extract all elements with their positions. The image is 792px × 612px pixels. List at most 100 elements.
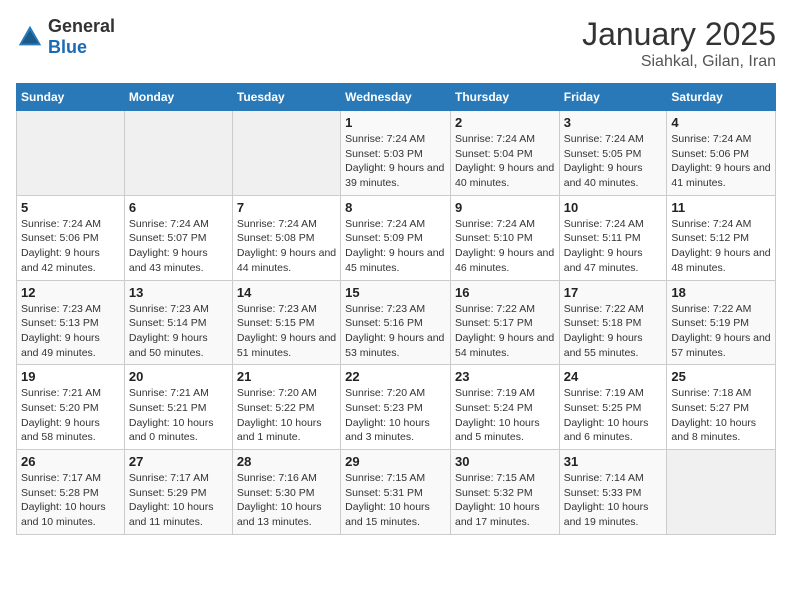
day-info: Sunrise: 7:15 AM Sunset: 5:32 PM Dayligh…: [455, 471, 555, 530]
day-number: 29: [345, 454, 446, 469]
day-info: Sunrise: 7:18 AM Sunset: 5:27 PM Dayligh…: [671, 386, 771, 445]
calendar-body: 1 Sunrise: 7:24 AM Sunset: 5:03 PM Daylig…: [17, 111, 776, 535]
calendar-cell: 21 Sunrise: 7:20 AM Sunset: 5:22 PM Dayli…: [232, 365, 340, 450]
day-info: Sunrise: 7:14 AM Sunset: 5:33 PM Dayligh…: [564, 471, 663, 530]
calendar-cell: 20 Sunrise: 7:21 AM Sunset: 5:21 PM Dayli…: [124, 365, 232, 450]
calendar-cell: 6Sunrise: 7:24 AM Sunset: 5:07 PM Daylig…: [124, 195, 232, 280]
day-info: Sunrise: 7:24 AM Sunset: 5:06 PM Dayligh…: [21, 217, 120, 276]
day-number: 5: [21, 200, 120, 215]
day-number: 18: [671, 285, 771, 300]
day-number: 28: [237, 454, 336, 469]
calendar-cell: 5 Sunrise: 7:24 AM Sunset: 5:06 PM Daylig…: [17, 195, 125, 280]
calendar-cell: 11 Sunrise: 7:24 AM Sunset: 5:12 PM Dayli…: [667, 195, 776, 280]
day-info: Sunrise: 7:22 AM Sunset: 5:19 PM Dayligh…: [671, 302, 771, 361]
title-block: January 2025 Siahkal, Gilan, Iran: [582, 16, 776, 71]
day-info: Sunrise: 7:19 AM Sunset: 5:25 PM Dayligh…: [564, 386, 663, 445]
calendar-cell: 16 Sunrise: 7:22 AM Sunset: 5:17 PM Dayli…: [450, 280, 559, 365]
day-info: Sunrise: 7:19 AM Sunset: 5:24 PM Dayligh…: [455, 386, 555, 445]
day-info: Sunrise: 7:17 AM Sunset: 5:29 PM Dayligh…: [129, 471, 228, 530]
day-number: 6: [129, 200, 228, 215]
day-number: 16: [455, 285, 555, 300]
day-info: Sunrise: 7:21 AM Sunset: 5:20 PM Dayligh…: [21, 386, 120, 445]
calendar-cell: [17, 111, 125, 196]
day-number: 22: [345, 369, 446, 384]
day-number: 9: [455, 200, 555, 215]
calendar-cell: 17 Sunrise: 7:22 AM Sunset: 5:18 PM Dayli…: [559, 280, 667, 365]
calendar-cell: 4 Sunrise: 7:24 AM Sunset: 5:06 PM Daylig…: [667, 111, 776, 196]
calendar-cell: 31 Sunrise: 7:14 AM Sunset: 5:33 PM Dayli…: [559, 450, 667, 535]
day-info: Sunrise: 7:22 AM Sunset: 5:17 PM Dayligh…: [455, 302, 555, 361]
calendar-cell: 25 Sunrise: 7:18 AM Sunset: 5:27 PM Dayli…: [667, 365, 776, 450]
header: General Blue January 2025 Siahkal, Gilan…: [16, 16, 776, 71]
day-number: 20: [129, 369, 228, 384]
calendar-cell: 30 Sunrise: 7:15 AM Sunset: 5:32 PM Dayli…: [450, 450, 559, 535]
calendar-cell: 22 Sunrise: 7:20 AM Sunset: 5:23 PM Dayli…: [341, 365, 451, 450]
day-info: Sunrise: 7:24 AM Sunset: 5:08 PM Dayligh…: [237, 217, 336, 276]
day-number: 1: [345, 115, 446, 130]
day-info: Sunrise: 7:24 AM Sunset: 5:05 PM Dayligh…: [564, 132, 663, 191]
day-info: Sunrise: 7:24 AM Sunset: 5:04 PM Dayligh…: [455, 132, 555, 191]
day-info: Sunrise: 7:22 AM Sunset: 5:18 PM Dayligh…: [564, 302, 663, 361]
calendar-cell: 8Sunrise: 7:24 AM Sunset: 5:09 PM Daylig…: [341, 195, 451, 280]
calendar-cell: 24Sunrise: 7:19 AM Sunset: 5:25 PM Dayli…: [559, 365, 667, 450]
calendar-header: SundayMondayTuesdayWednesdayThursdayFrid…: [17, 84, 776, 111]
day-info: Sunrise: 7:16 AM Sunset: 5:30 PM Dayligh…: [237, 471, 336, 530]
day-info: Sunrise: 7:24 AM Sunset: 5:11 PM Dayligh…: [564, 217, 663, 276]
header-row: SundayMondayTuesdayWednesdayThursdayFrid…: [17, 84, 776, 111]
calendar-title: January 2025: [582, 16, 776, 53]
day-info: Sunrise: 7:24 AM Sunset: 5:12 PM Dayligh…: [671, 217, 771, 276]
day-number: 21: [237, 369, 336, 384]
day-number: 4: [671, 115, 771, 130]
week-row-5: 26 Sunrise: 7:17 AM Sunset: 5:28 PM Dayli…: [17, 450, 776, 535]
week-row-1: 1 Sunrise: 7:24 AM Sunset: 5:03 PM Daylig…: [17, 111, 776, 196]
calendar-cell: 12Sunrise: 7:23 AM Sunset: 5:13 PM Dayli…: [17, 280, 125, 365]
day-info: Sunrise: 7:21 AM Sunset: 5:21 PM Dayligh…: [129, 386, 228, 445]
header-day-sunday: Sunday: [17, 84, 125, 111]
day-info: Sunrise: 7:24 AM Sunset: 5:06 PM Dayligh…: [671, 132, 771, 191]
header-day-monday: Monday: [124, 84, 232, 111]
day-number: 25: [671, 369, 771, 384]
day-info: Sunrise: 7:20 AM Sunset: 5:23 PM Dayligh…: [345, 386, 446, 445]
day-number: 23: [455, 369, 555, 384]
day-info: Sunrise: 7:23 AM Sunset: 5:16 PM Dayligh…: [345, 302, 446, 361]
calendar-cell: 9 Sunrise: 7:24 AM Sunset: 5:10 PM Daylig…: [450, 195, 559, 280]
calendar-cell: [124, 111, 232, 196]
calendar-cell: 3Sunrise: 7:24 AM Sunset: 5:05 PM Daylig…: [559, 111, 667, 196]
week-row-4: 19Sunrise: 7:21 AM Sunset: 5:20 PM Dayli…: [17, 365, 776, 450]
calendar-table: SundayMondayTuesdayWednesdayThursdayFrid…: [16, 83, 776, 535]
calendar-cell: 18 Sunrise: 7:22 AM Sunset: 5:19 PM Dayli…: [667, 280, 776, 365]
calendar-cell: 26 Sunrise: 7:17 AM Sunset: 5:28 PM Dayli…: [17, 450, 125, 535]
header-day-wednesday: Wednesday: [341, 84, 451, 111]
day-number: 26: [21, 454, 120, 469]
day-number: 11: [671, 200, 771, 215]
calendar-cell: 14Sunrise: 7:23 AM Sunset: 5:15 PM Dayli…: [232, 280, 340, 365]
day-number: 12: [21, 285, 120, 300]
logo-icon: [16, 23, 44, 51]
day-info: Sunrise: 7:24 AM Sunset: 5:10 PM Dayligh…: [455, 217, 555, 276]
day-number: 17: [564, 285, 663, 300]
header-day-tuesday: Tuesday: [232, 84, 340, 111]
calendar-cell: 23 Sunrise: 7:19 AM Sunset: 5:24 PM Dayli…: [450, 365, 559, 450]
calendar-cell: 27Sunrise: 7:17 AM Sunset: 5:29 PM Dayli…: [124, 450, 232, 535]
day-info: Sunrise: 7:15 AM Sunset: 5:31 PM Dayligh…: [345, 471, 446, 530]
day-info: Sunrise: 7:24 AM Sunset: 5:03 PM Dayligh…: [345, 132, 446, 191]
calendar-cell: 1 Sunrise: 7:24 AM Sunset: 5:03 PM Daylig…: [341, 111, 451, 196]
day-number: 30: [455, 454, 555, 469]
calendar-cell: 2Sunrise: 7:24 AM Sunset: 5:04 PM Daylig…: [450, 111, 559, 196]
header-day-thursday: Thursday: [450, 84, 559, 111]
calendar-cell: 15Sunrise: 7:23 AM Sunset: 5:16 PM Dayli…: [341, 280, 451, 365]
day-info: Sunrise: 7:17 AM Sunset: 5:28 PM Dayligh…: [21, 471, 120, 530]
day-info: Sunrise: 7:20 AM Sunset: 5:22 PM Dayligh…: [237, 386, 336, 445]
week-row-3: 12Sunrise: 7:23 AM Sunset: 5:13 PM Dayli…: [17, 280, 776, 365]
day-number: 31: [564, 454, 663, 469]
day-number: 7: [237, 200, 336, 215]
logo: General Blue: [16, 16, 115, 58]
calendar-subtitle: Siahkal, Gilan, Iran: [582, 53, 776, 71]
calendar-cell: 13Sunrise: 7:23 AM Sunset: 5:14 PM Dayli…: [124, 280, 232, 365]
day-number: 13: [129, 285, 228, 300]
calendar-cell: [667, 450, 776, 535]
week-row-2: 5 Sunrise: 7:24 AM Sunset: 5:06 PM Daylig…: [17, 195, 776, 280]
logo-general-label: General: [48, 16, 115, 37]
day-number: 10: [564, 200, 663, 215]
calendar-cell: [232, 111, 340, 196]
